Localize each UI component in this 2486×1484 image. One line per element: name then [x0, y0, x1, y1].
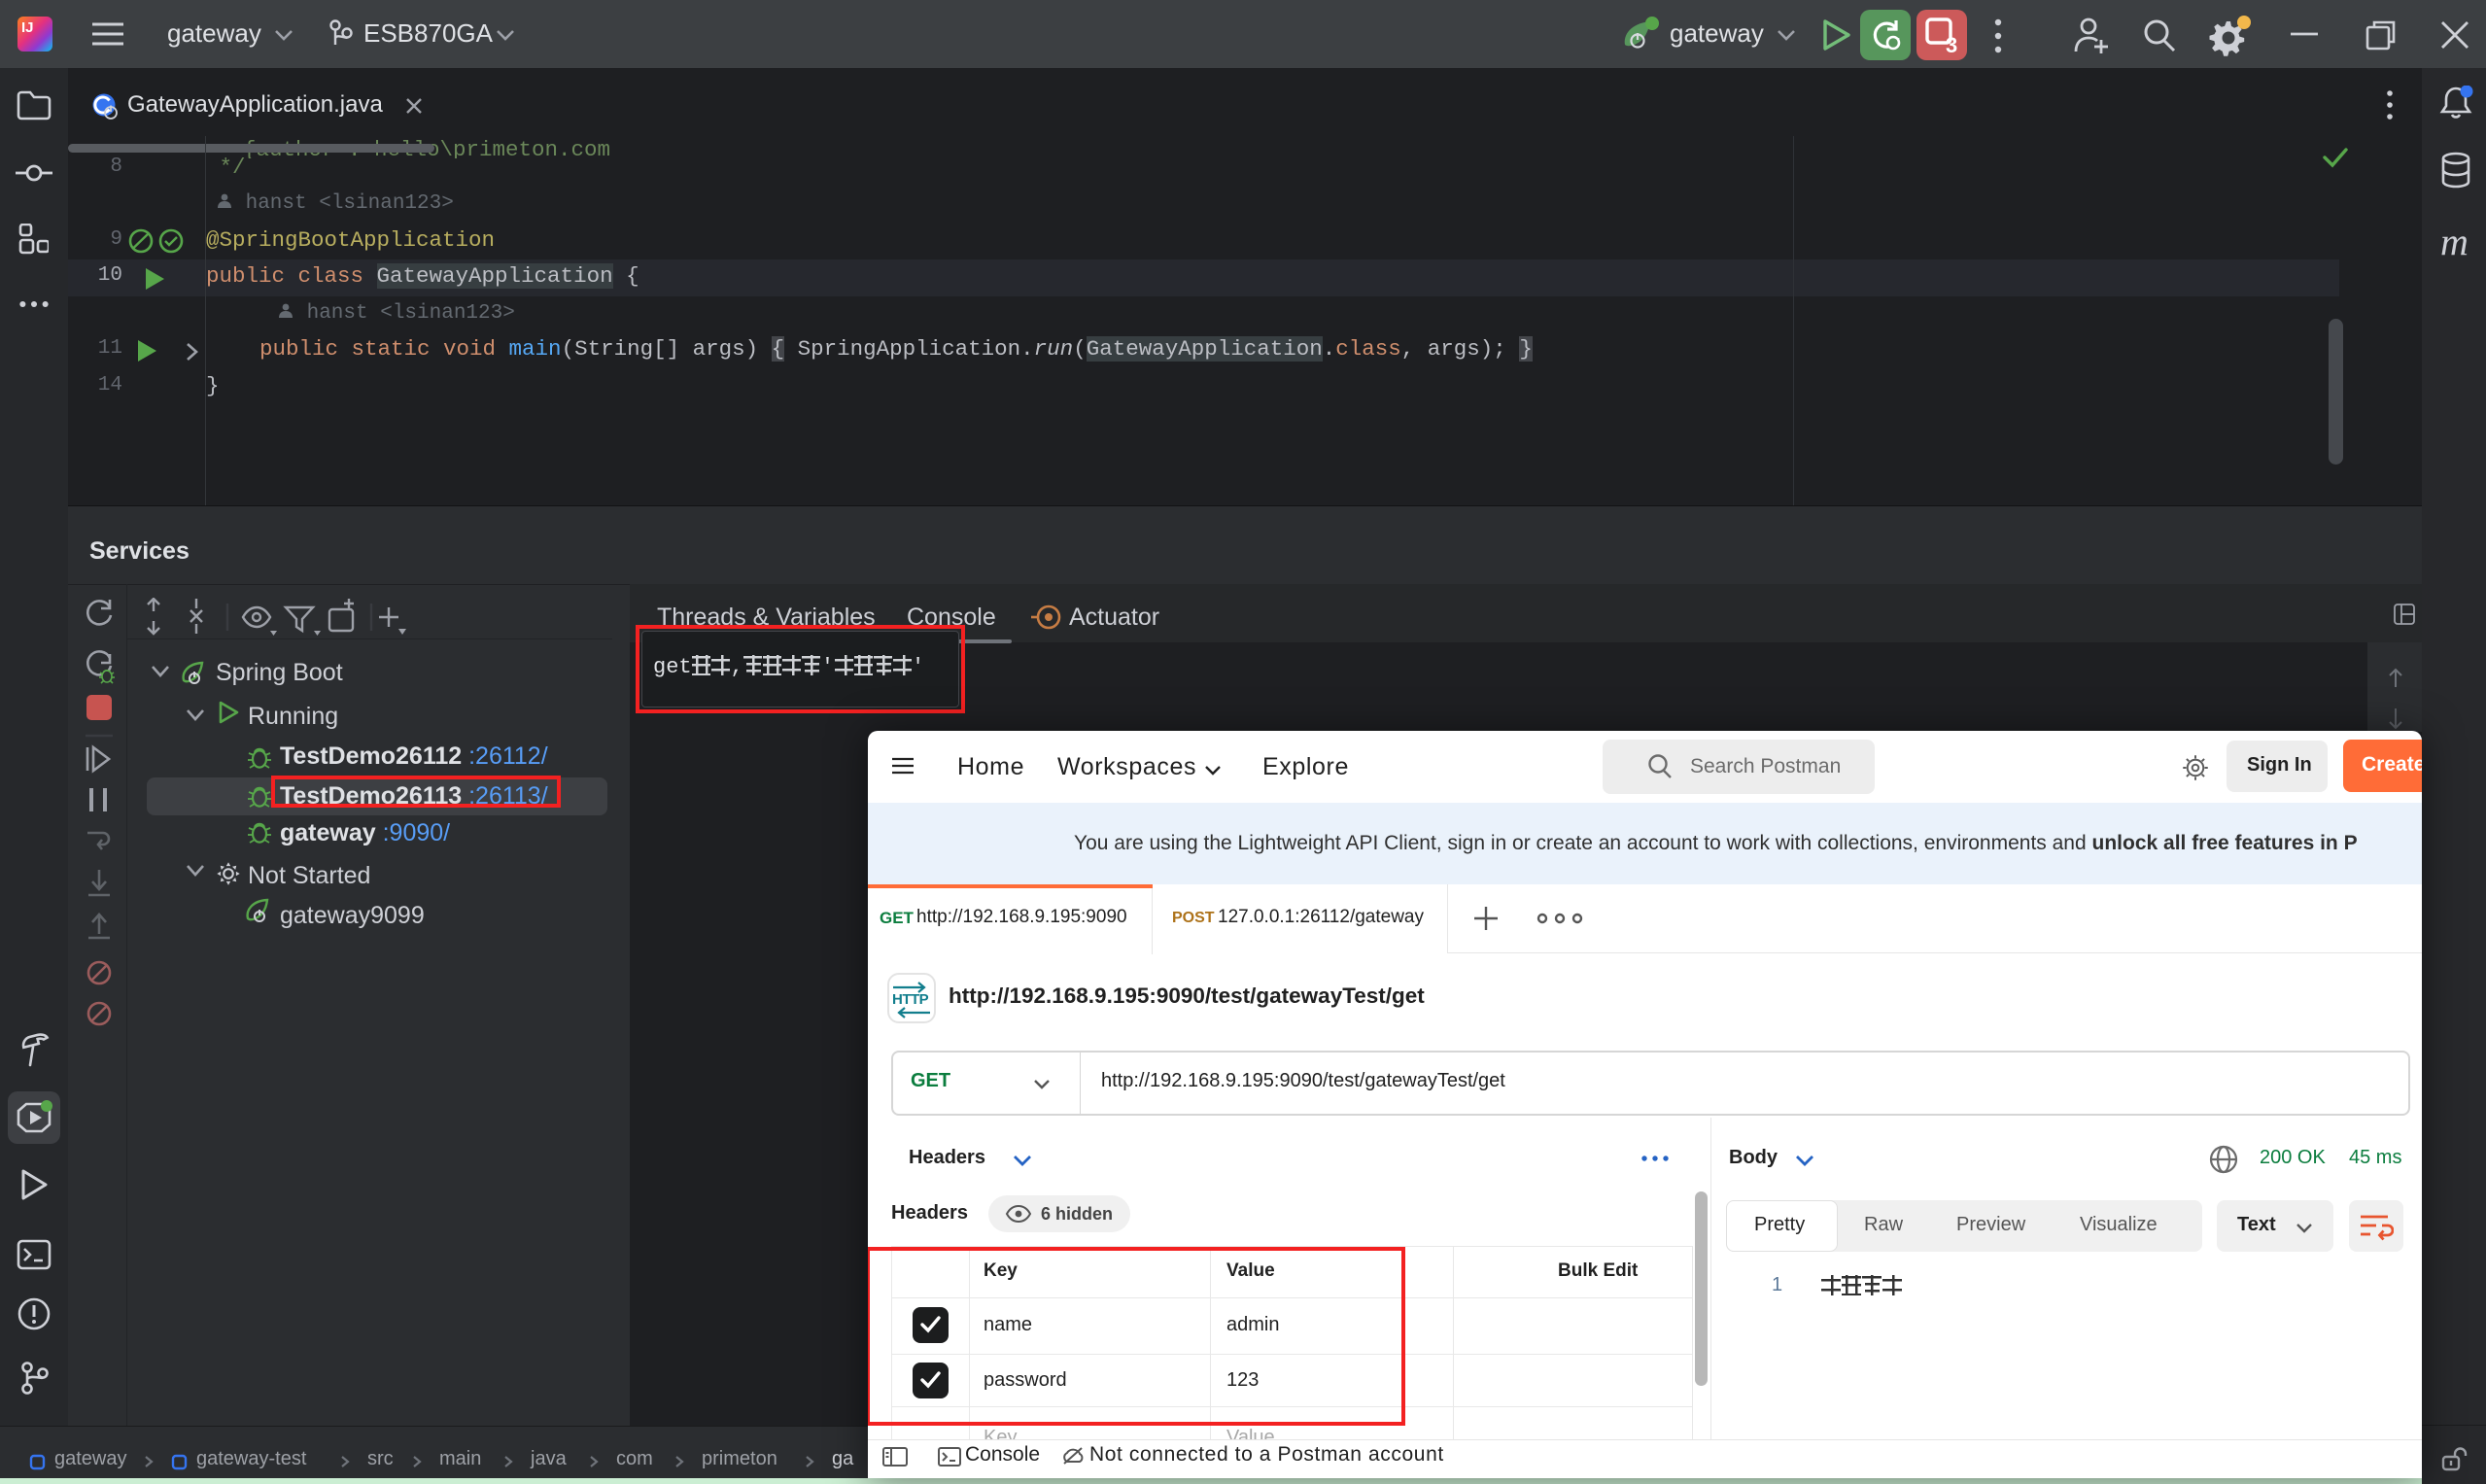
svg-text:3: 3 [1946, 33, 1957, 54]
